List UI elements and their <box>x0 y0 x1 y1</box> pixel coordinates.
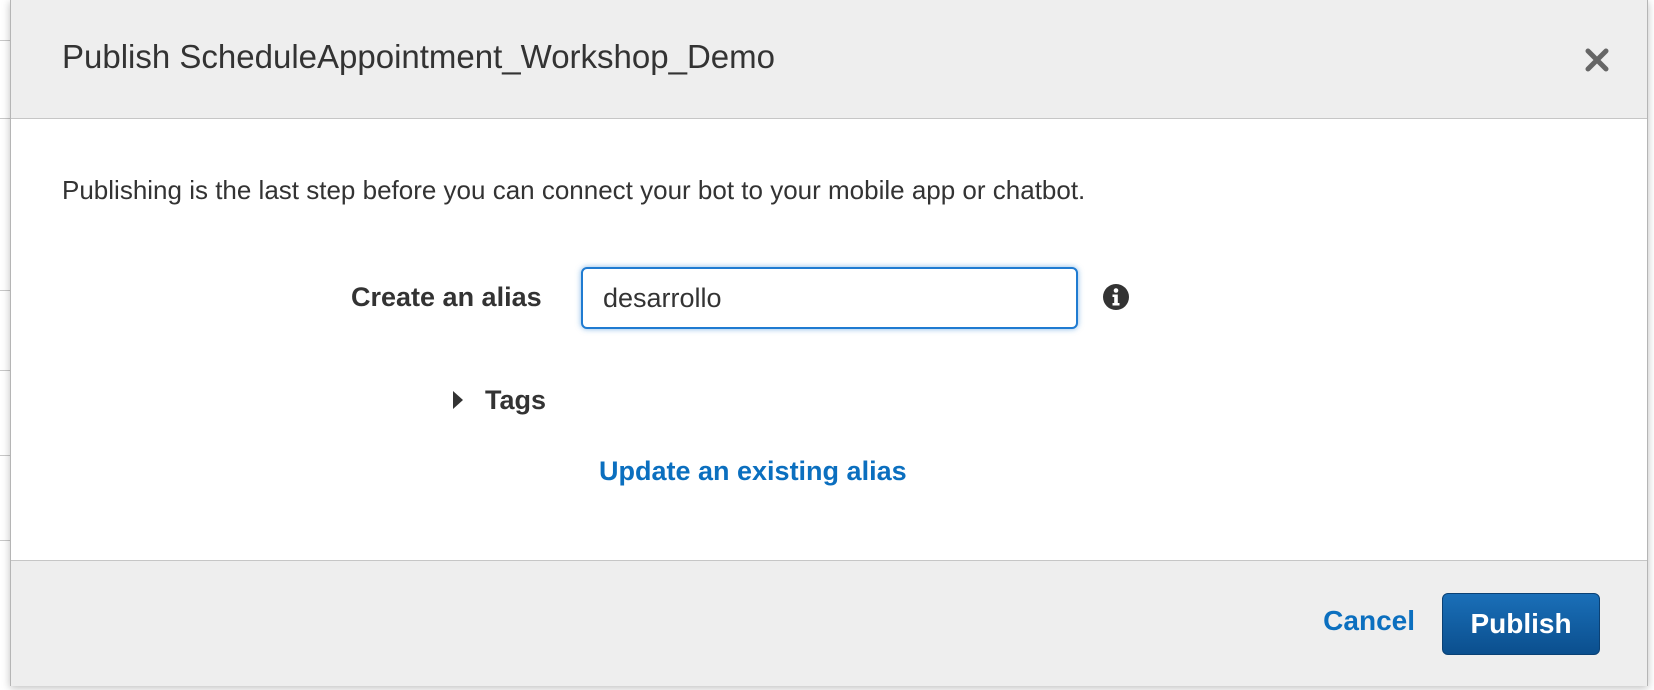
dialog-header: Publish ScheduleAppointment_Workshop_Dem… <box>11 0 1647 119</box>
info-icon <box>1103 284 1129 310</box>
dialog-body: Publishing is the last step before you c… <box>11 119 1647 560</box>
close-button[interactable] <box>1583 46 1611 74</box>
intro-text: Publishing is the last step before you c… <box>62 175 1086 205</box>
caret-right-icon <box>453 391 463 409</box>
cancel-button[interactable]: Cancel <box>1323 605 1415 637</box>
alias-input[interactable] <box>581 267 1078 329</box>
close-icon <box>1585 48 1609 72</box>
tags-label: Tags <box>485 384 547 415</box>
dialog-title: Publish ScheduleAppointment_Workshop_Dem… <box>62 38 775 75</box>
dialog-footer: Cancel Publish <box>11 560 1647 686</box>
info-button[interactable] <box>1102 283 1130 311</box>
publish-dialog: Publish ScheduleAppointment_Workshop_Dem… <box>10 0 1648 686</box>
tags-toggle[interactable]: Tags <box>453 382 546 418</box>
alias-label: Create an alias <box>351 282 542 312</box>
update-existing-alias-link[interactable]: Update an existing alias <box>599 456 907 487</box>
publish-button[interactable]: Publish <box>1442 593 1600 655</box>
